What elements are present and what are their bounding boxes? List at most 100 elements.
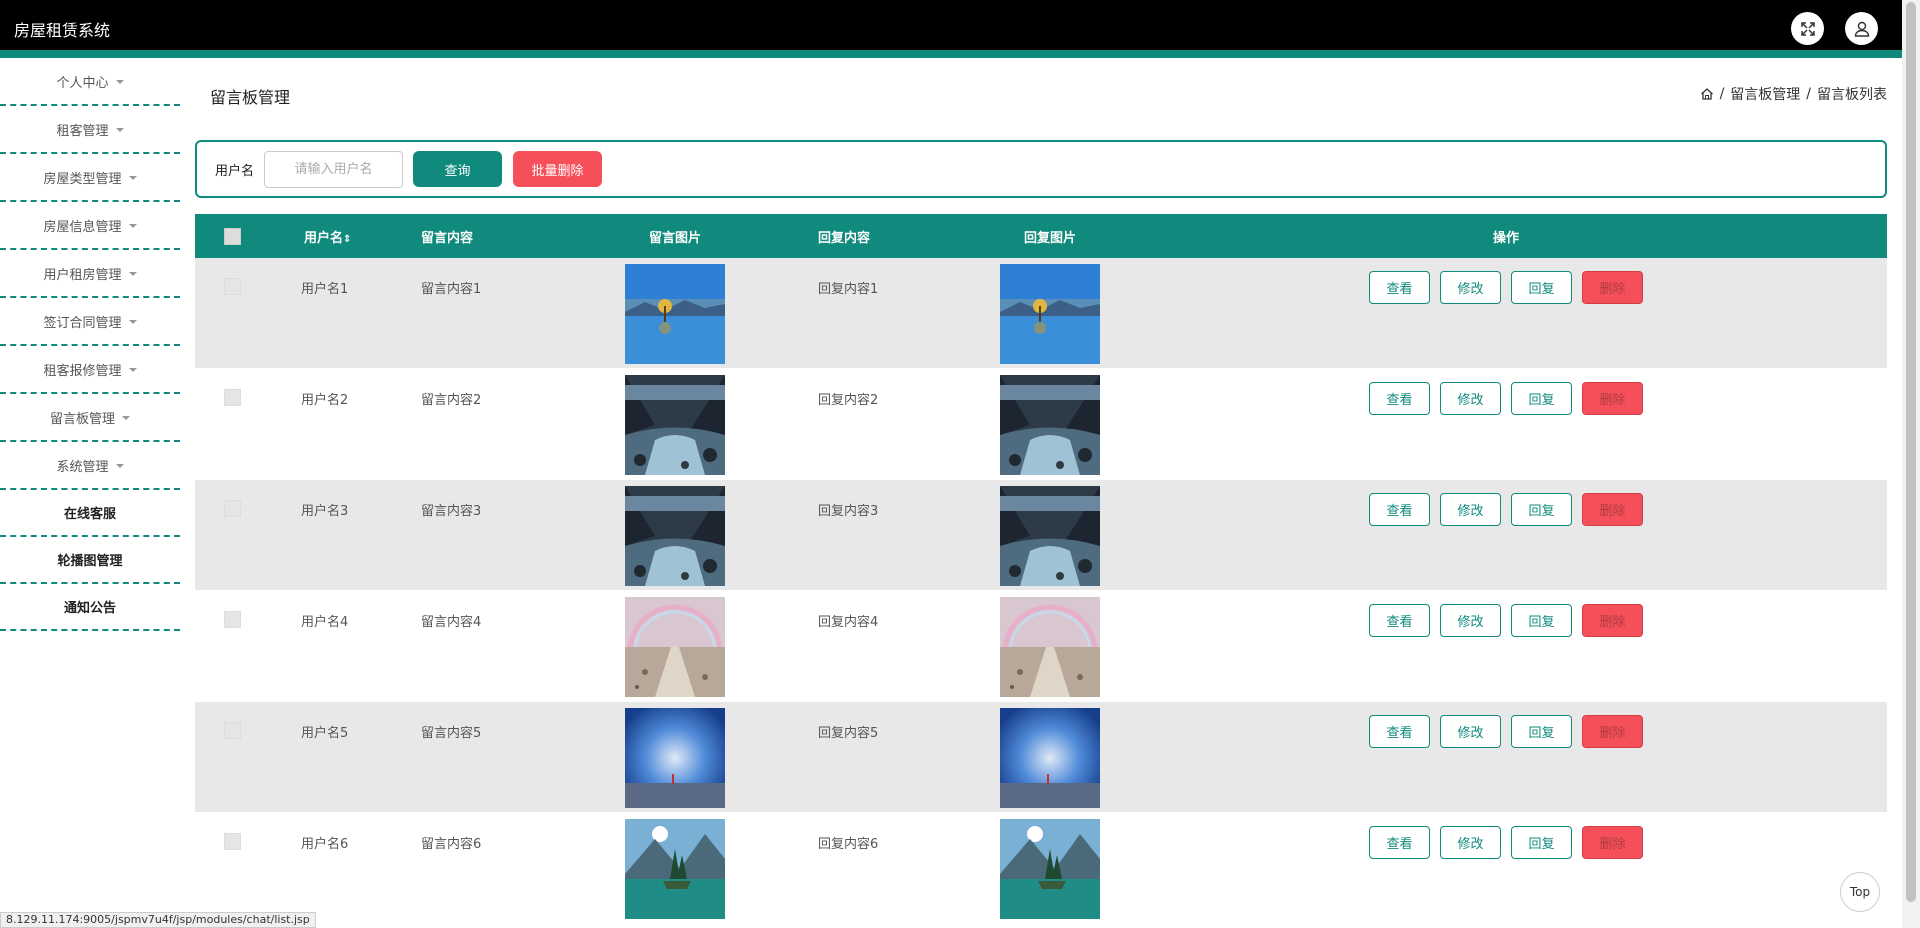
edit-button[interactable]: 修改	[1440, 604, 1501, 637]
reply-button[interactable]: 回复	[1511, 604, 1572, 637]
delete-button[interactable]: 删除	[1582, 493, 1643, 526]
view-button[interactable]: 查看	[1369, 604, 1430, 637]
sidebar-item-label: 轮播图管理	[57, 554, 123, 569]
cell-content: 留言内容6	[421, 837, 482, 852]
cell-username: 用户名5	[301, 726, 349, 741]
row-checkbox[interactable]	[224, 722, 241, 739]
sidebar-item[interactable]: 租客管理	[0, 106, 180, 154]
sidebar-item[interactable]: 在线客服	[0, 490, 180, 537]
edit-button[interactable]: 修改	[1440, 493, 1501, 526]
cell-content: 留言内容2	[421, 393, 482, 408]
table-row: 用户名2 留言内容2 回复内容2 查看 修改 回复 删除	[195, 369, 1887, 480]
sidebar-item-label: 租客管理	[56, 123, 109, 139]
thumbnail-image[interactable]	[625, 597, 725, 697]
breadcrumb-item-board[interactable]: 留言板管理	[1730, 84, 1800, 104]
breadcrumb-item-list: 留言板列表	[1817, 87, 1887, 103]
edit-button[interactable]: 修改	[1440, 271, 1501, 304]
edit-button[interactable]: 修改	[1440, 382, 1501, 415]
row-checkbox[interactable]	[224, 389, 241, 406]
cell-content: 留言内容1	[421, 282, 482, 297]
sidebar-item[interactable]: 用户租房管理	[0, 250, 180, 298]
col-username[interactable]: 用户名⇕	[270, 227, 390, 246]
cell-reply: 回复内容4	[818, 615, 879, 630]
view-button[interactable]: 查看	[1369, 271, 1430, 304]
reply-button[interactable]: 回复	[1511, 493, 1572, 526]
username-label: 用户名	[215, 164, 255, 179]
sidebar-item[interactable]: 签订合同管理	[0, 298, 180, 346]
row-checkbox[interactable]	[224, 500, 241, 517]
thumbnail-image[interactable]	[625, 819, 725, 919]
sidebar-item[interactable]: 系统管理	[0, 442, 180, 490]
table-header: 用户名⇕ 留言内容 留言图片 回复内容 回复图片 操作	[195, 214, 1887, 258]
delete-button[interactable]: 删除	[1582, 715, 1643, 748]
reply-button[interactable]: 回复	[1511, 271, 1572, 304]
reply-button[interactable]: 回复	[1511, 715, 1572, 748]
sidebar-item[interactable]: 房屋信息管理	[0, 202, 180, 250]
delete-button[interactable]: 删除	[1582, 604, 1643, 637]
delete-button[interactable]: 删除	[1582, 826, 1643, 859]
expand-icon	[1800, 21, 1815, 36]
sidebar-item[interactable]: 轮播图管理	[0, 537, 180, 584]
row-checkbox[interactable]	[224, 278, 241, 295]
sidebar-item-label: 系统管理	[56, 459, 109, 475]
select-all-checkbox[interactable]	[224, 227, 241, 245]
home-icon[interactable]	[1700, 87, 1714, 101]
col-reply: 回复内容	[818, 230, 871, 246]
username-search-input[interactable]	[264, 151, 403, 188]
thumbnail-image[interactable]	[625, 375, 725, 475]
thumbnail-image[interactable]	[1000, 708, 1100, 808]
caret-down-icon	[128, 272, 137, 276]
back-to-top-button[interactable]: Top	[1840, 872, 1880, 912]
edit-button[interactable]: 修改	[1440, 826, 1501, 859]
accent-strip	[0, 50, 1902, 58]
view-button[interactable]: 查看	[1369, 715, 1430, 748]
reply-button[interactable]: 回复	[1511, 382, 1572, 415]
caret-down-icon	[115, 80, 124, 84]
status-bar-url: 8.129.11.174:9005/jspmv7u4f/jsp/modules/…	[0, 912, 316, 928]
cell-content: 留言内容4	[421, 615, 482, 630]
thumbnail-image[interactable]	[625, 264, 725, 364]
sidebar-item-label: 通知公告	[63, 601, 116, 616]
delete-button[interactable]: 删除	[1582, 271, 1643, 304]
view-button[interactable]: 查看	[1369, 826, 1430, 859]
page-title: 留言板管理	[210, 88, 291, 107]
sidebar-item-label: 房屋信息管理	[43, 219, 122, 235]
thumbnail-image[interactable]	[1000, 819, 1100, 919]
sidebar-item-label: 个人中心	[56, 75, 109, 91]
sort-icon[interactable]: ⇕	[343, 234, 351, 245]
sidebar-item[interactable]: 个人中心	[0, 58, 180, 106]
thumbnail-image[interactable]	[1000, 264, 1100, 364]
edit-button[interactable]: 修改	[1440, 715, 1501, 748]
sidebar-item[interactable]: 通知公告	[0, 584, 180, 631]
row-checkbox[interactable]	[224, 833, 241, 850]
row-checkbox[interactable]	[224, 611, 241, 628]
view-button[interactable]: 查看	[1369, 382, 1430, 415]
query-button[interactable]: 查询	[413, 151, 502, 187]
thumbnail-image[interactable]	[625, 486, 725, 586]
cell-username: 用户名6	[301, 837, 349, 852]
delete-button[interactable]: 删除	[1582, 382, 1643, 415]
thumbnail-image[interactable]	[1000, 486, 1100, 586]
cell-reply: 回复内容2	[818, 393, 879, 408]
user-menu-button[interactable]	[1845, 12, 1878, 45]
caret-down-icon	[128, 368, 137, 372]
thumbnail-image[interactable]	[1000, 597, 1100, 697]
scrollbar-thumb[interactable]	[1906, 2, 1916, 902]
view-button[interactable]: 查看	[1369, 493, 1430, 526]
thumbnail-image[interactable]	[1000, 375, 1100, 475]
scrollbar[interactable]	[1902, 0, 1920, 928]
app-title: 房屋租赁系统	[14, 21, 111, 40]
batch-delete-button[interactable]: 批量删除	[513, 151, 602, 187]
col-content: 留言内容	[421, 230, 474, 246]
thumbnail-image[interactable]	[625, 708, 725, 808]
col-ops: 操作	[1492, 230, 1519, 246]
sidebar-item[interactable]: 留言板管理	[0, 394, 180, 442]
sidebar-item[interactable]: 房屋类型管理	[0, 154, 180, 202]
reply-button[interactable]: 回复	[1511, 826, 1572, 859]
sidebar-item[interactable]: 租客报修管理	[0, 346, 180, 394]
user-icon	[1854, 21, 1869, 37]
table-row: 用户名5 留言内容5 回复内容5 查看 修改 回复 删除	[195, 702, 1887, 813]
sidebar-item-label: 在线客服	[63, 507, 116, 522]
fullscreen-button[interactable]	[1791, 12, 1824, 45]
col-reply-image: 回复图片	[1023, 230, 1076, 246]
